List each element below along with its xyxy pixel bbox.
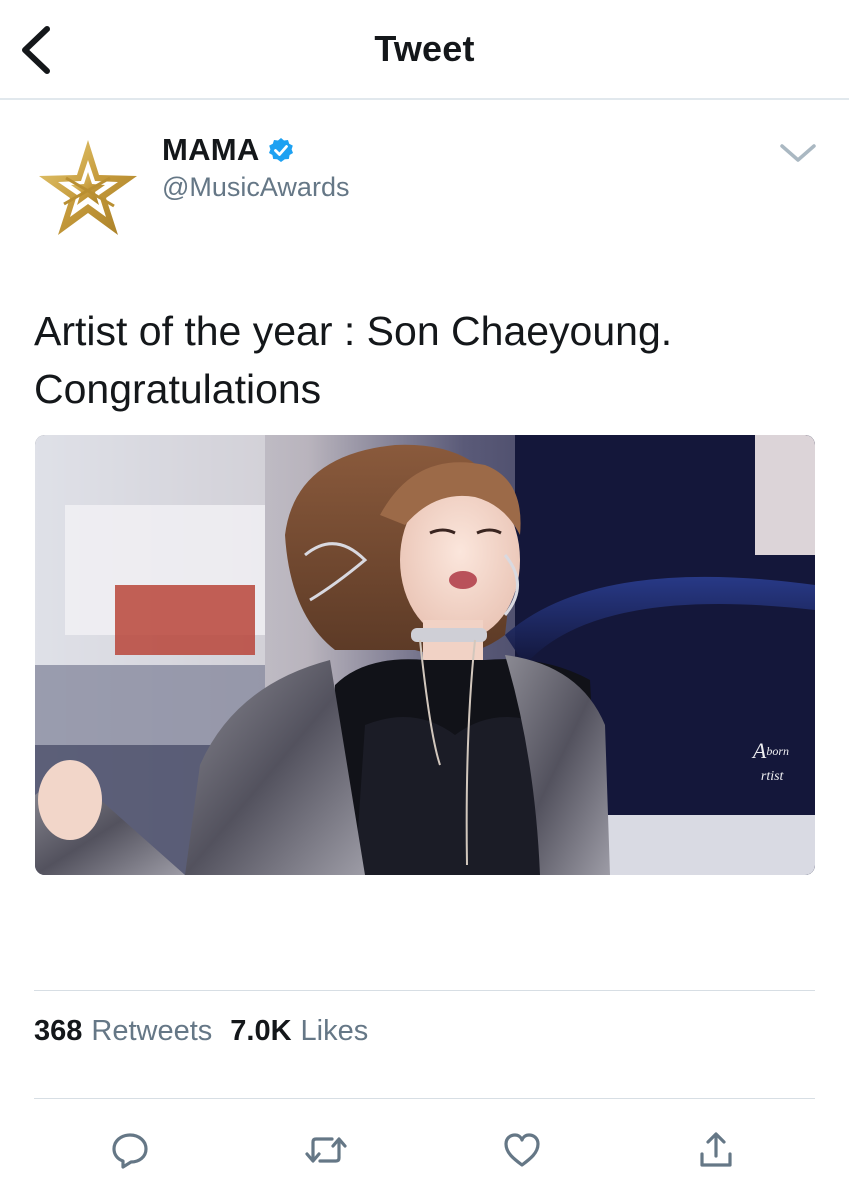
tweet-text-line: Artist of the year : Son Chaeyoung.: [34, 308, 673, 354]
gold-star-logo: [39, 140, 137, 235]
tweet-text: Artist of the year : Son Chaeyoung. Cong…: [34, 302, 824, 418]
top-nav-bar: Tweet: [0, 0, 849, 100]
retweet-icon: [305, 1137, 347, 1163]
tweet-photo[interactable]: Aborn rtist: [35, 435, 815, 875]
chevron-down-icon: [780, 144, 816, 162]
watermark-text: A: [752, 738, 767, 763]
like-button[interactable]: [500, 1128, 544, 1172]
share-button[interactable]: [694, 1128, 738, 1172]
name-row: MAMA: [162, 132, 294, 168]
heart-icon: [504, 1133, 540, 1167]
likes-label[interactable]: Likes: [301, 1015, 369, 1048]
page-title: Tweet: [374, 28, 475, 69]
reply-icon: [112, 1133, 148, 1169]
user-handle[interactable]: @MusicAwards: [162, 172, 349, 203]
tweet-menu-button[interactable]: [778, 138, 818, 168]
engagement-stats: 368 Retweets 7.0K Likes: [34, 1015, 386, 1048]
verified-badge-icon: [268, 138, 293, 162]
share-icon: [700, 1132, 732, 1167]
display-name[interactable]: MAMA: [162, 132, 260, 168]
tweet-actions-bar: [0, 1120, 849, 1180]
watermark-text: rtist: [760, 769, 784, 784]
photo-image: [35, 435, 815, 875]
divider: [34, 990, 815, 991]
tweet-author: MAMA @MusicAwards: [34, 128, 824, 248]
photo-watermark: Aborn rtist: [753, 740, 789, 788]
retweet-button[interactable]: [304, 1128, 348, 1172]
retweets-count[interactable]: 368: [34, 1015, 82, 1048]
reply-button[interactable]: [108, 1128, 152, 1172]
tweet-text-line: Congratulations: [34, 366, 322, 412]
watermark-text: born: [766, 744, 789, 758]
retweets-label[interactable]: Retweets: [91, 1015, 212, 1048]
likes-count[interactable]: 7.0K: [230, 1015, 291, 1048]
divider: [34, 1098, 815, 1099]
avatar[interactable]: [36, 138, 140, 238]
